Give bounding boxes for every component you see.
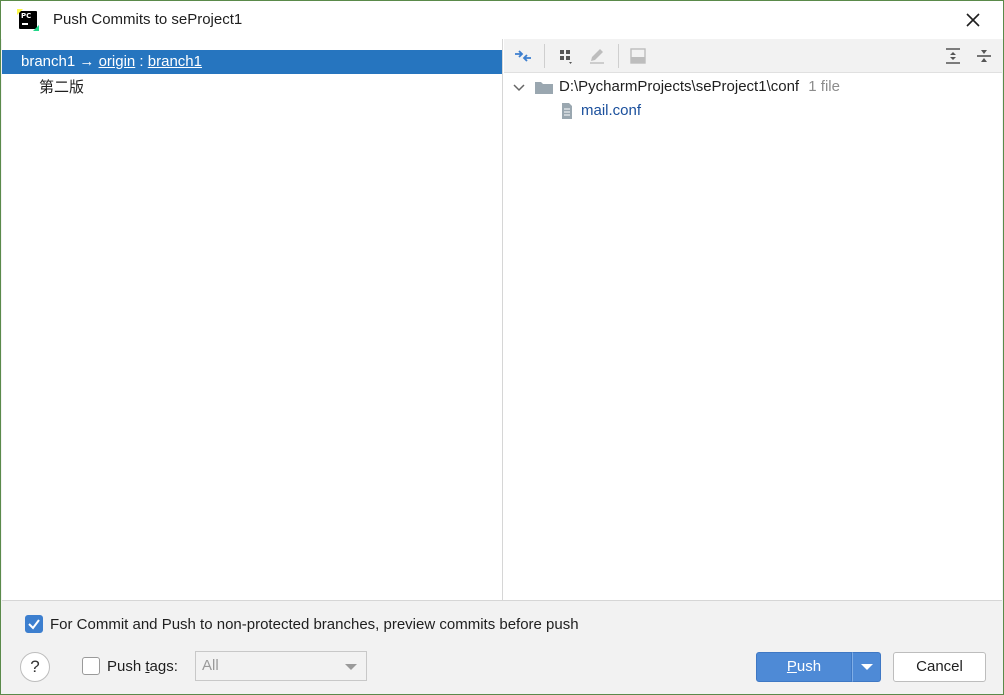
close-button[interactable] [963, 10, 983, 30]
file-icon [562, 103, 572, 119]
branch-separator: : [139, 53, 144, 70]
commit-item[interactable]: 第二版 [39, 77, 84, 99]
chevron-down-icon [861, 664, 873, 670]
dialog-body: branch1 → origin : branch1 第二版 D:\Pychar… [2, 39, 1002, 601]
branch-row[interactable]: branch1 → origin : branch1 [2, 50, 502, 74]
edit-icon [590, 49, 604, 64]
check-icon [28, 619, 40, 630]
preview-button[interactable] [627, 45, 649, 67]
preview-commits-label: For Commit and Push to non-protected bra… [50, 616, 579, 633]
collapse-all-icon [977, 50, 991, 62]
diff-icon [515, 50, 531, 62]
push-tags-checkbox[interactable] [82, 657, 100, 675]
remote-branch-link[interactable]: branch1 [148, 53, 202, 70]
commits-panel: branch1 → origin : branch1 第二版 [2, 39, 503, 600]
help-button[interactable]: ? [20, 652, 50, 682]
tags-select-value: All [202, 657, 219, 674]
group-by-button[interactable] [555, 45, 577, 67]
remote-name-link[interactable]: origin [99, 53, 136, 70]
dropdown-arrow-icon [345, 664, 357, 670]
title-bar: PC Push Commits to seProject1 [1, 1, 1003, 39]
show-diff-button[interactable] [512, 45, 534, 67]
push-options-button[interactable] [852, 652, 881, 682]
toolbar-separator [544, 44, 545, 68]
help-icon: ? [30, 657, 40, 676]
push-commits-dialog: PC Push Commits to seProject1 branch1 → … [0, 0, 1004, 695]
arrow-icon: → [79, 53, 95, 70]
file-count: 1 file [808, 78, 840, 95]
preview-commits-checkbox[interactable] [25, 615, 43, 633]
preview-icon [630, 48, 646, 64]
edit-source-button[interactable] [586, 45, 608, 67]
local-branch-label: branch1 [21, 53, 76, 70]
tags-select[interactable]: All [195, 651, 367, 681]
group-by-icon [560, 50, 572, 64]
changes-panel: D:\PycharmProjects\seProject1\conf 1 fil… [504, 39, 1002, 600]
push-tags-label: Push tags: [107, 658, 178, 675]
window-title: Push Commits to seProject1 [53, 11, 243, 28]
pycharm-logo-icon: PC [17, 9, 39, 31]
collapse-all-button[interactable] [973, 45, 995, 67]
dialog-footer: For Commit and Push to non-protected bra… [2, 602, 1002, 694]
expand-all-icon [946, 48, 960, 64]
chevron-down-icon[interactable] [512, 76, 526, 98]
cancel-button[interactable]: Cancel [893, 652, 986, 682]
changes-toolbar [504, 39, 1002, 73]
folder-icon [535, 82, 553, 94]
push-button[interactable]: Push [756, 652, 852, 682]
file-name[interactable]: mail.conf [581, 100, 641, 122]
folder-path: D:\PycharmProjects\seProject1\conf [559, 78, 800, 95]
close-icon [966, 13, 980, 27]
toolbar-separator [618, 44, 619, 68]
expand-all-button[interactable] [942, 45, 964, 67]
